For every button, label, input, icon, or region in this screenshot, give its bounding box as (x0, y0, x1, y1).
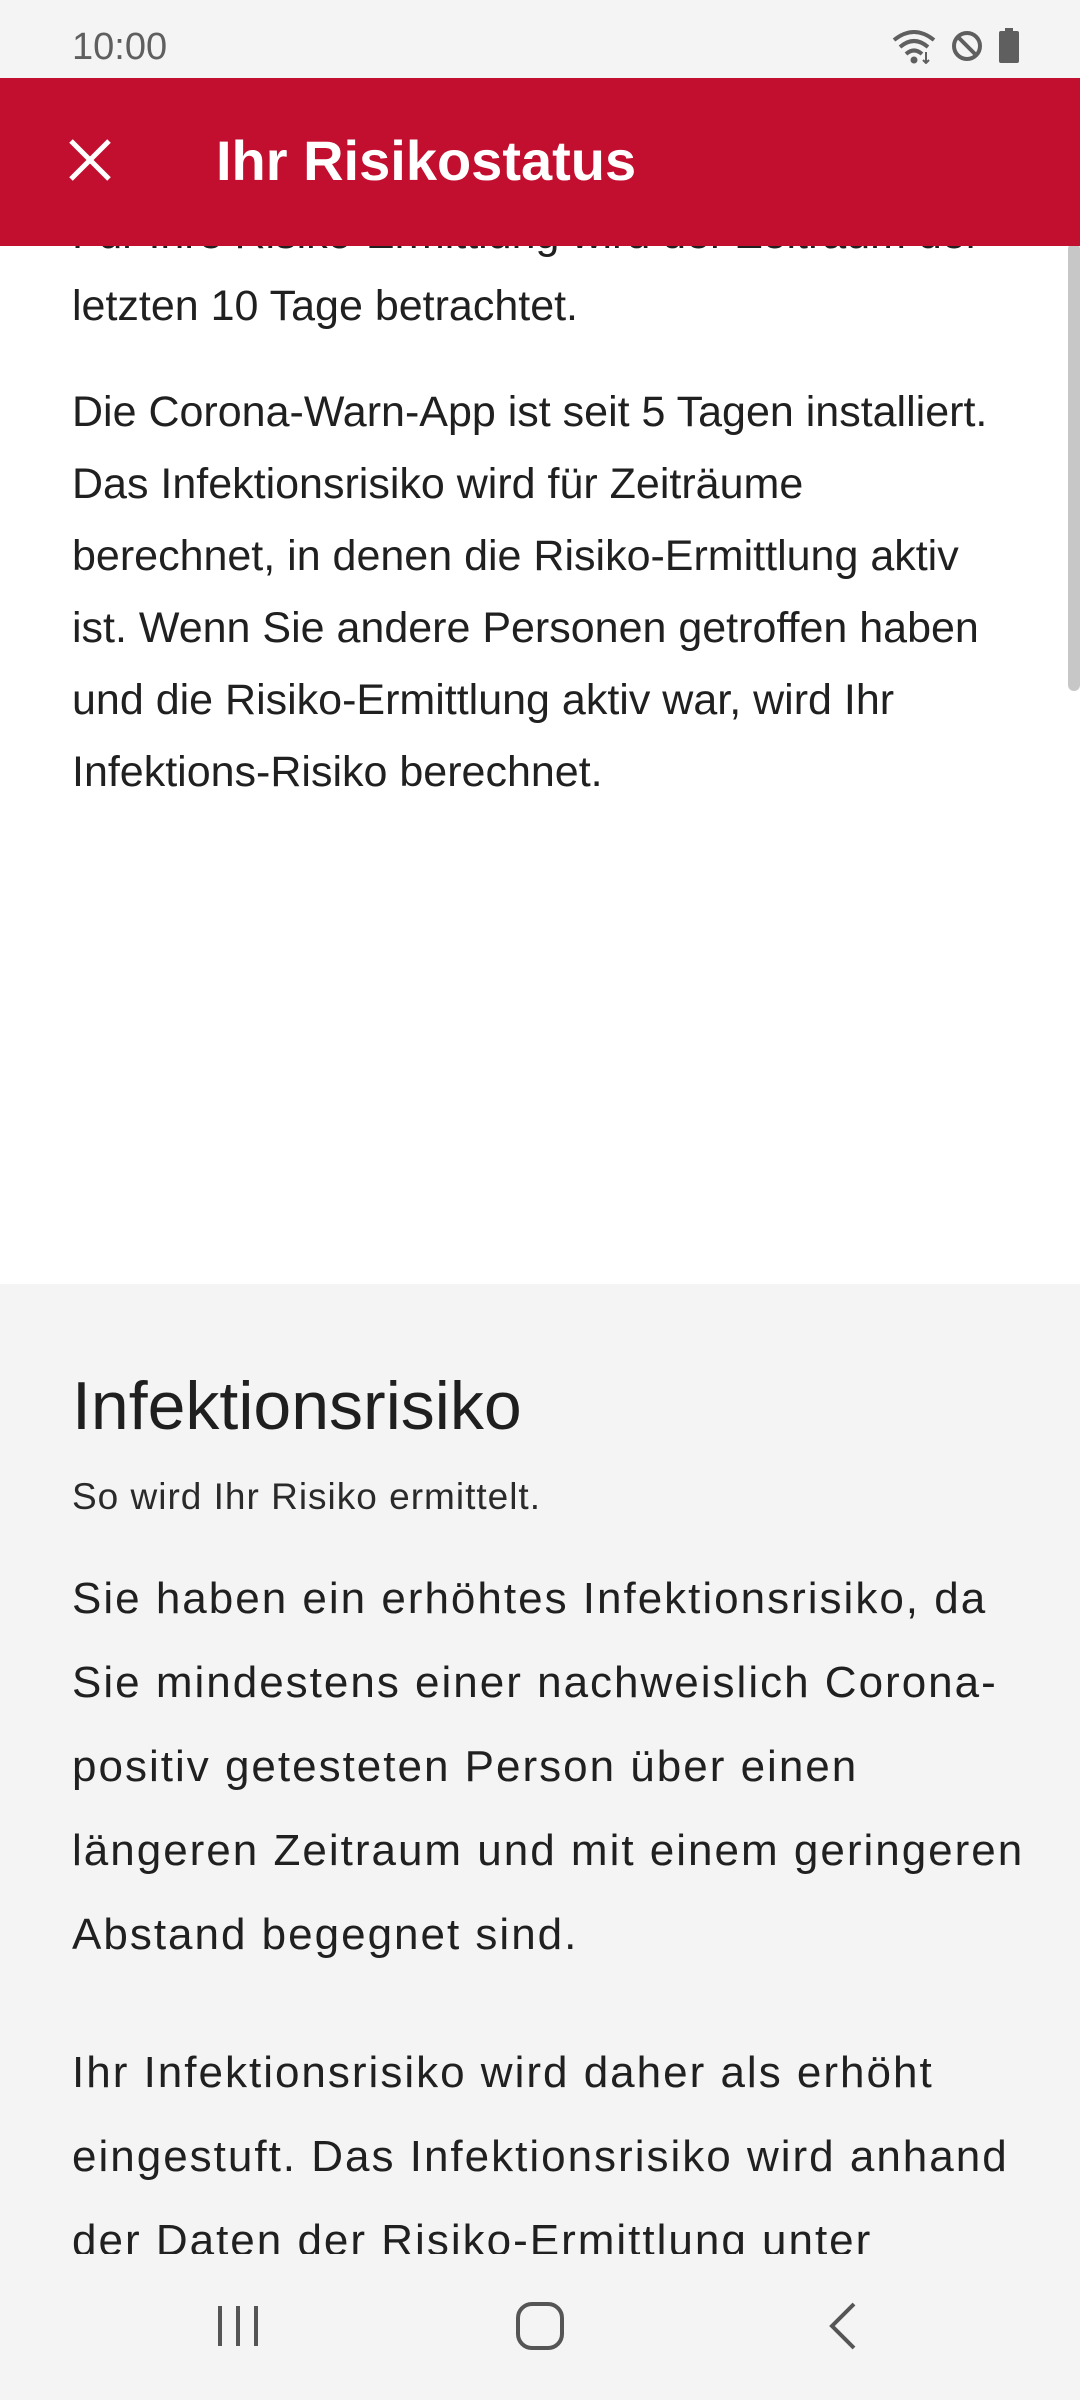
close-icon (66, 136, 114, 189)
status-icons (892, 28, 1020, 69)
scrollbar[interactable] (1068, 243, 1080, 691)
section-subtitle: So wird Ihr Risiko ermittelt. (72, 1476, 541, 1517)
home-button[interactable] (504, 2292, 576, 2364)
battery-icon (998, 28, 1020, 69)
app-bar: Ihr Risikostatus (0, 78, 1080, 246)
recent-apps-icon (214, 2302, 262, 2355)
risk-explanation-paragraph: Sie haben ein erhöhtes Infektionsrisiko,… (72, 1574, 1025, 1959)
recent-apps-button[interactable] (202, 2292, 274, 2364)
home-icon (514, 2300, 566, 2357)
risk-classification-paragraph: Ihr Infektionsrisiko wird daher als erhö… (72, 2048, 1009, 2254)
installation-paragraph: Die Corona-Warn-App ist seit 5 Tagen ins… (72, 388, 988, 796)
close-button[interactable] (48, 120, 132, 204)
back-button[interactable] (806, 2292, 878, 2364)
back-icon (820, 2300, 864, 2357)
do-not-disturb-icon (950, 29, 984, 68)
infection-risk-section: Infektionsrisiko So wird Ihr Risiko ermi… (0, 1284, 1080, 2254)
intro-paragraph: Für Ihre Risiko-Ermittlung wird der Zeit… (72, 246, 980, 330)
status-bar: 10:00 (0, 0, 1080, 78)
scroll-content[interactable]: Für Ihre Risiko-Ermittlung wird der Zeit… (0, 246, 1080, 2254)
wifi-icon (892, 28, 936, 69)
navigation-bar (0, 2254, 1080, 2400)
intro-section: Für Ihre Risiko-Ermittlung wird der Zeit… (0, 246, 1080, 1284)
status-time: 10:00 (72, 26, 168, 68)
section-title: Infektionsrisiko (72, 1368, 522, 1444)
page-title: Ihr Risikostatus (216, 129, 637, 192)
